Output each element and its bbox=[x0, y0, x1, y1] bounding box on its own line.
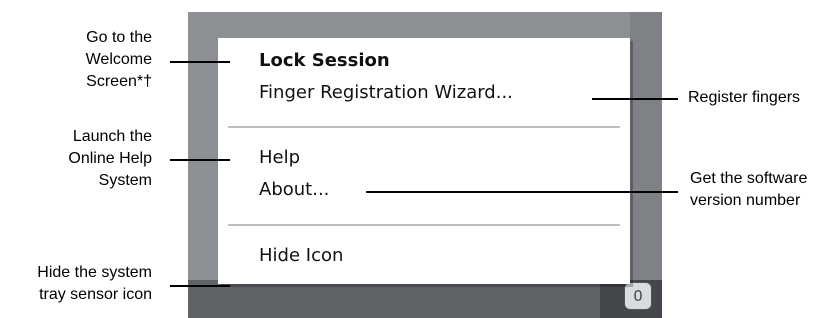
menu-item-help[interactable]: Help bbox=[259, 147, 300, 168]
leader-line-hide-sensor bbox=[170, 285, 230, 287]
figure: 0 Lock Session Finger Registration Wizar… bbox=[0, 0, 834, 318]
annotation-version-number: Get the software version number bbox=[690, 168, 807, 212]
annotation-line: Register fingers bbox=[688, 89, 801, 106]
annotation-line: Launch the bbox=[72, 128, 152, 145]
annotation-online-help: Launch the Online Help System bbox=[68, 126, 152, 192]
menu-item-hide-icon[interactable]: Hide Icon bbox=[259, 245, 343, 266]
leader-line-online-help bbox=[170, 159, 230, 161]
annotation-line: Go to the bbox=[86, 29, 152, 46]
annotation-line: Online Help bbox=[68, 150, 152, 167]
menu-item-lock-session[interactable]: Lock Session bbox=[259, 50, 390, 71]
leader-line-register-fingers bbox=[592, 98, 678, 100]
annotation-hide-sensor: Hide the system tray sensor icon bbox=[37, 262, 152, 306]
annotation-line: System bbox=[98, 172, 152, 189]
annotation-line: Screen*† bbox=[86, 73, 152, 90]
leader-line-version-number bbox=[366, 191, 678, 193]
desktop-edge bbox=[630, 12, 662, 318]
annotation-line: Get the software bbox=[690, 170, 808, 187]
annotation-line: Hide the system bbox=[37, 264, 152, 281]
menu-item-finger-registration-wizard[interactable]: Finger Registration Wizard... bbox=[259, 82, 513, 103]
leader-line-welcome-screen bbox=[170, 61, 230, 63]
annotation-register-fingers: Register fingers bbox=[688, 87, 800, 109]
menu-separator bbox=[228, 224, 620, 226]
menu-separator bbox=[228, 126, 620, 128]
annotation-line: Welcome bbox=[85, 51, 152, 68]
annotation-line: version number bbox=[690, 192, 801, 209]
fingerprint-sensor-icon[interactable]: 0 bbox=[624, 282, 652, 310]
tray-context-menu: Lock Session Finger Registration Wizard.… bbox=[218, 38, 630, 284]
annotation-welcome-screen: Go to the Welcome Screen*† bbox=[86, 27, 152, 93]
taskbar bbox=[188, 280, 662, 318]
menu-item-about[interactable]: About... bbox=[259, 179, 329, 200]
annotation-line: tray sensor icon bbox=[39, 286, 152, 303]
